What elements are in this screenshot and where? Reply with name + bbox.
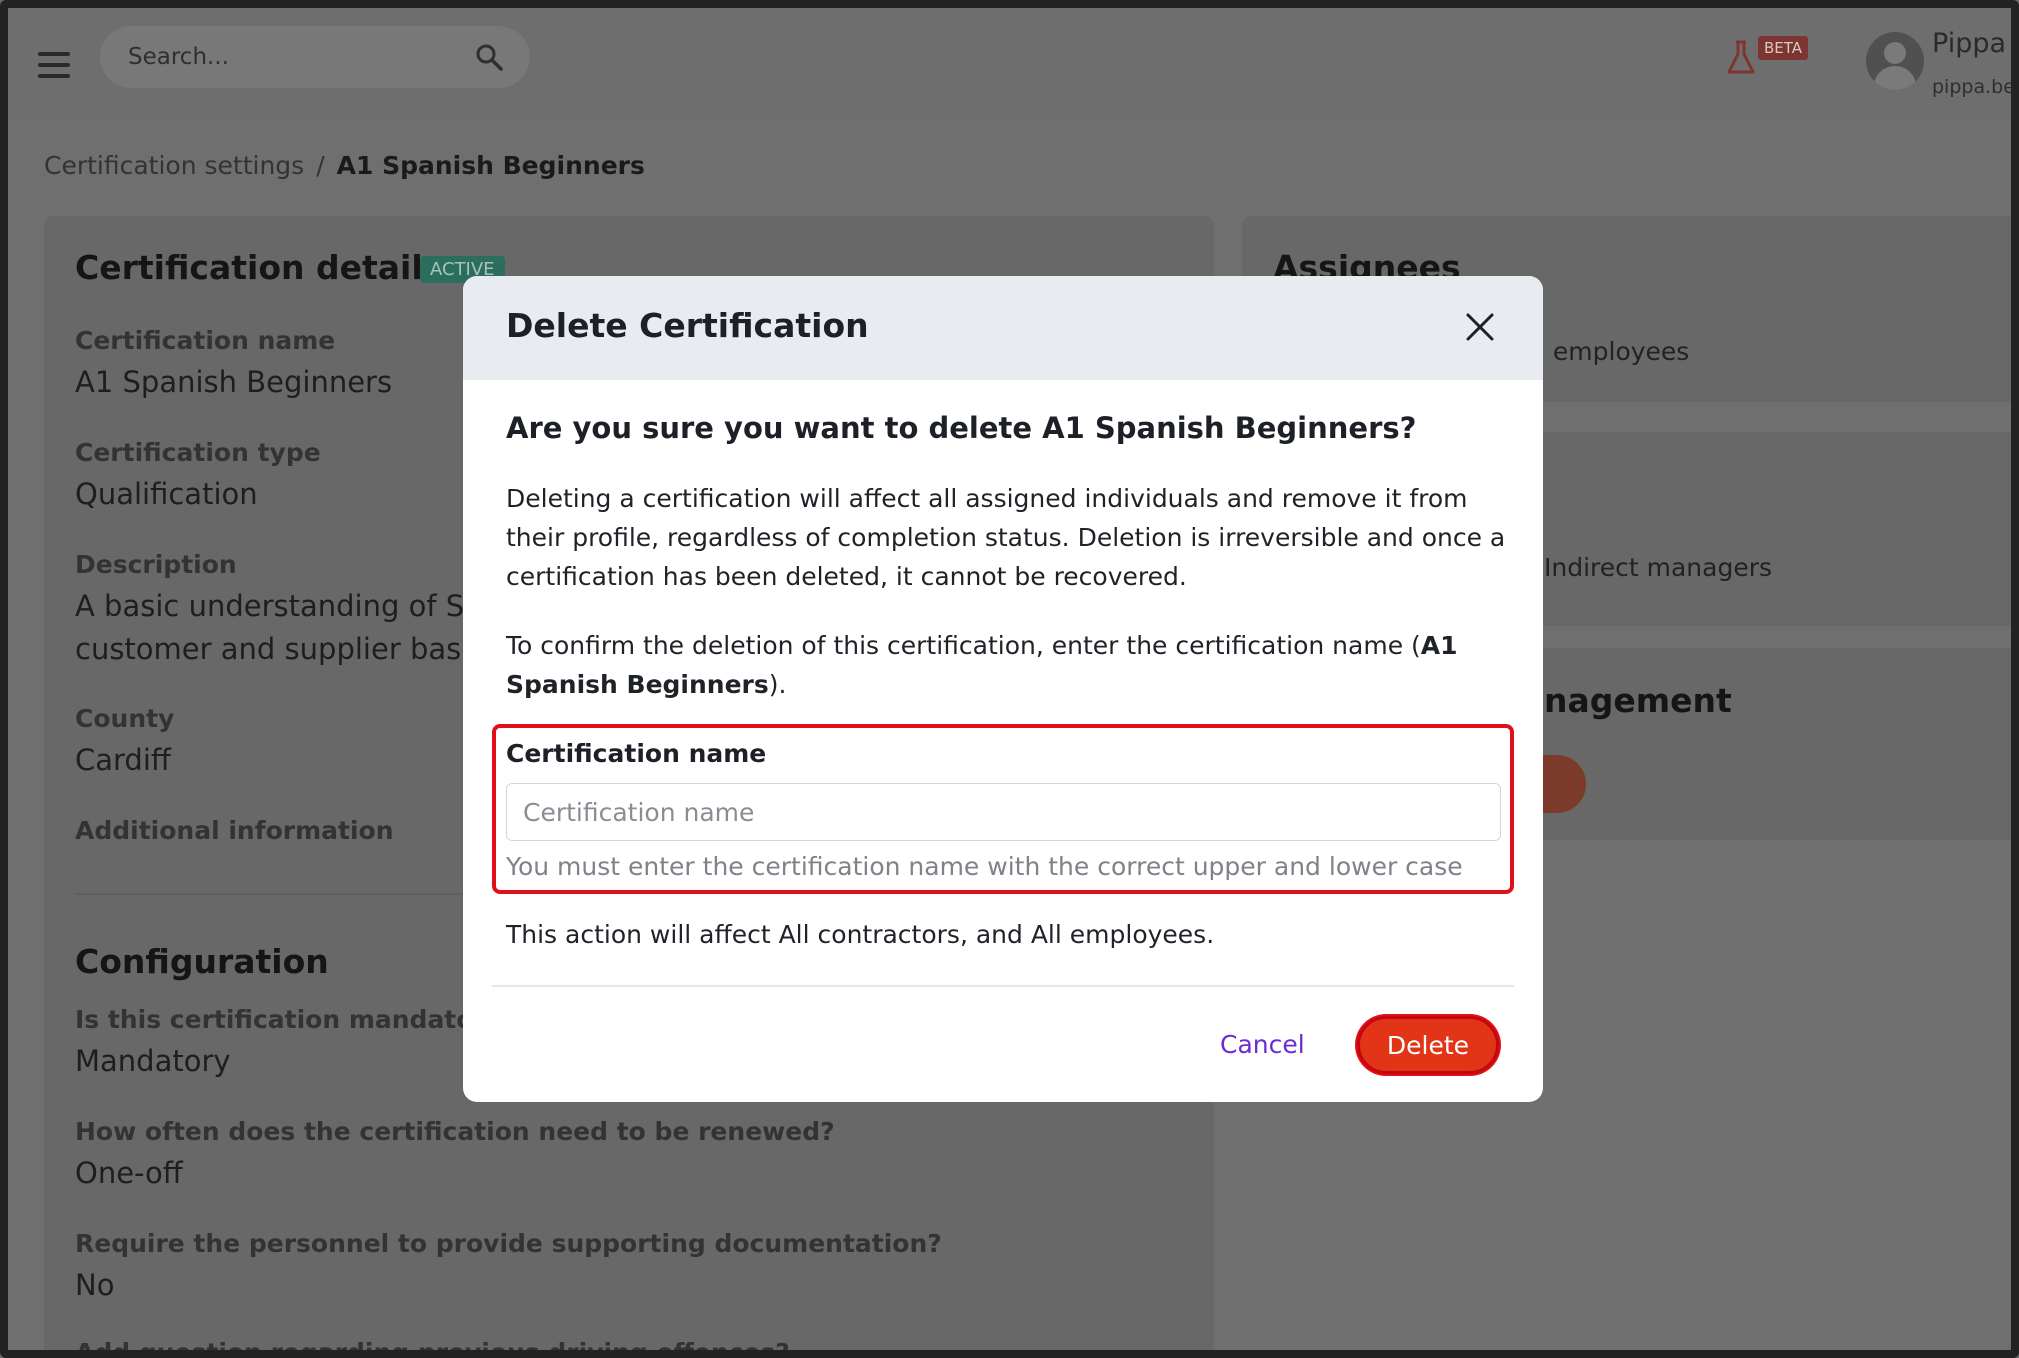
certification-name-help-text: You must enter the certification name wi… [506,852,1463,881]
confirm-suffix: ). [768,670,787,699]
certification-name-field-label: Certification name [506,739,767,768]
certification-name-input[interactable] [506,783,1501,841]
delete-button[interactable]: Delete [1357,1016,1499,1074]
details-title: Certification details [75,248,443,287]
search-icon[interactable] [474,42,504,72]
modal-footer-divider [492,985,1514,987]
field-value-documentation: No [75,1268,115,1302]
field-label-certification-type: Certification type [75,438,321,467]
field-value-county: Cardiff [75,743,171,777]
field-label-renewal: How often does the certification need to… [75,1117,835,1146]
field-value-certification-type: Qualification [75,477,258,511]
field-label-documentation: Require the personnel to provide support… [75,1229,942,1258]
breadcrumb: Certification settings / A1 Spanish Beginn… [44,151,645,180]
user-subtext: pippa.be [1932,76,2015,98]
modal-title: Delete Certification [506,306,869,345]
field-label-description: Description [75,550,237,579]
search-placeholder: Search... [128,44,229,70]
delete-certification-modal: Delete Certification Are you sure you wa… [463,276,1543,1102]
modal-affect-text: This action will affect All contractors,… [506,920,1215,949]
modal-confirm-instruction: To confirm the deletion of this certific… [506,626,1506,704]
field-label-certification-name: Certification name [75,326,336,355]
breadcrumb-separator: / [316,151,325,180]
beta-badge: BETA [1758,36,1809,60]
hamburger-menu-icon[interactable] [38,52,70,78]
field-value-description-line2: customer and supplier base [75,632,480,666]
flask-icon [1727,40,1755,74]
modal-warning-text: Deleting a certification will affect all… [506,484,1506,591]
avatar[interactable] [1866,32,1924,90]
breadcrumb-current: A1 Spanish Beginners [336,151,645,180]
field-label-additional-information: Additional information [75,816,394,845]
field-value-certification-name: A1 Spanish Beginners [75,365,393,399]
configuration-title: Configuration [75,942,329,981]
confirm-prefix: To confirm the deletion of this certific… [506,631,1421,660]
user-name[interactable]: Pippa [1932,28,2006,59]
field-label-county: County [75,704,175,733]
management-title: nagement [1544,681,1732,720]
field-label-mandatory: Is this certification mandatory [75,1005,503,1034]
breadcrumb-parent-link[interactable]: Certification settings [44,151,304,180]
cancel-button[interactable]: Cancel [1220,1030,1305,1059]
app-window: Search... BETA Pippa pippa.be Certificat… [0,0,2019,1358]
modal-header: Delete Certification [463,276,1543,380]
assignees-text: l employees [1538,337,1690,366]
managers-text: Indirect managers [1544,553,1773,582]
search-bar[interactable]: Search... [100,26,530,88]
modal-question: Are you sure you want to delete A1 Spani… [506,411,1417,445]
field-label-driving-offences: Add question regarding previous driving … [75,1338,790,1358]
field-value-description-line1: A basic understanding of Sp [75,589,483,623]
field-value-renewal: One-off [75,1156,183,1190]
top-bar: Search... BETA Pippa pippa.be [8,8,2011,118]
close-icon[interactable] [1465,312,1495,342]
field-value-mandatory: Mandatory [75,1044,231,1078]
